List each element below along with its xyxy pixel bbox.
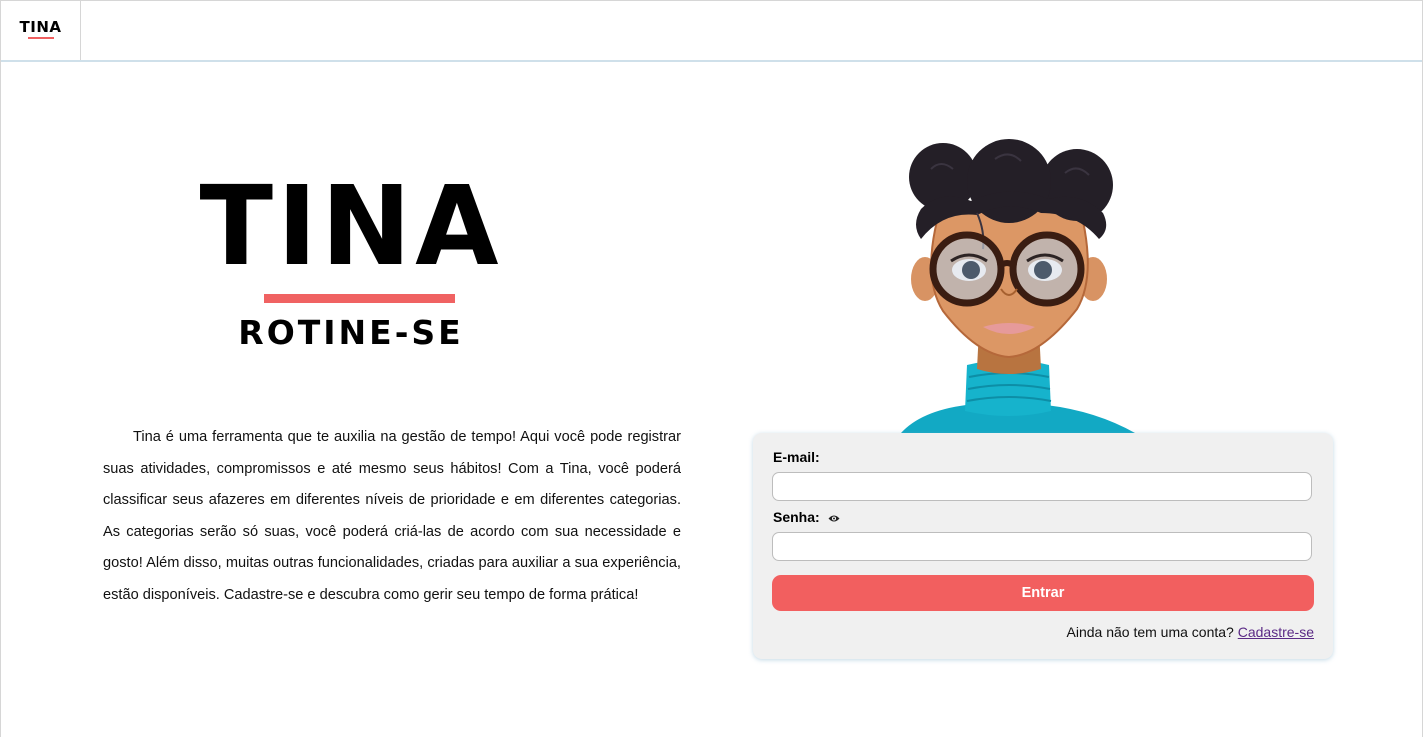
navbar-logo-underline (27, 37, 54, 39)
tina-avatar-illustration (901, 139, 1135, 433)
signup-prompt-text: Ainda não tem uma conta? (1066, 624, 1234, 640)
login-form: E-mail: Senha: Entrar Ainda não tem uma … (753, 433, 1333, 659)
top-navbar: TINA (1, 1, 1422, 62)
email-label: E-mail: (773, 449, 820, 465)
eye-icon[interactable] (828, 510, 840, 526)
login-button[interactable]: Entrar (772, 575, 1314, 611)
app-description: Tina é uma ferramenta que te auxilia na … (103, 429, 681, 603)
signup-link[interactable]: Cadastre-se (1238, 624, 1314, 640)
brand-subtitle: ROTINE-SE (238, 313, 464, 352)
navbar-logo[interactable]: TINA (1, 1, 81, 60)
brand-title: TINA (199, 162, 503, 290)
password-label-wrapper: Senha: (773, 509, 840, 526)
page: TINA TINA ROTINE-SE Tina é uma ferrament… (0, 0, 1423, 737)
password-field[interactable] (772, 532, 1312, 561)
brand-logo: TINA ROTINE-SE (196, 161, 506, 371)
navbar-logo-text: TINA (19, 18, 62, 36)
signup-prompt: Ainda não tem uma conta? Cadastre-se (1067, 624, 1315, 640)
email-field[interactable] (772, 472, 1312, 501)
brand-accent-bar (264, 294, 455, 303)
password-label: Senha: (773, 509, 820, 525)
